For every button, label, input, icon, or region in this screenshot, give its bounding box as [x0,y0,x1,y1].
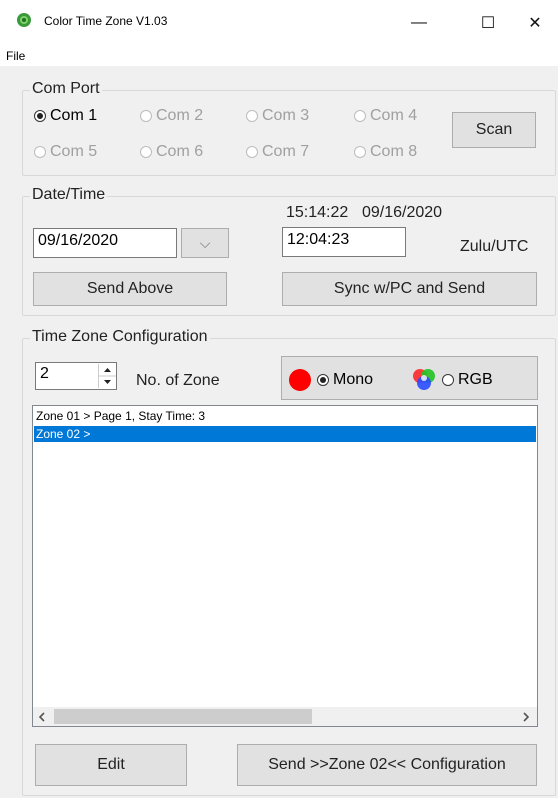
minimize-button[interactable]: — [396,8,442,38]
spinner-arrows[interactable] [98,364,116,388]
date-dropdown-button[interactable]: ⌵ [181,228,229,258]
current-date: 09/16/2020 [362,204,443,221]
mono-red-dot-icon [289,369,311,391]
scroll-right-icon[interactable] [520,711,532,723]
com2-label: Com 2 [156,107,204,124]
mono-radio[interactable]: Mono [317,371,373,389]
com3-radio[interactable]: Com 3 [246,107,309,125]
radio-dot [140,110,152,122]
radio-dot [34,146,46,158]
com4-radio[interactable]: Com 4 [354,107,417,125]
zone-count-value: 2 [40,365,49,382]
app-icon [17,13,31,27]
com1-label: Com 1 [50,107,98,124]
zone-count-label: No. of Zone [136,372,220,389]
list-item-selected[interactable]: Zone 02 > [34,426,536,442]
close-button[interactable]: ✕ [512,8,558,38]
com8-radio[interactable]: Com 8 [354,143,417,161]
com2-radio[interactable]: Com 2 [140,107,203,125]
radio-dot [34,110,46,122]
current-time: 15:14:22 [286,204,349,221]
com1-radio[interactable]: Com 1 [34,107,97,125]
com6-radio[interactable]: Com 6 [140,143,203,161]
spinner-up-down-icon[interactable] [99,364,116,388]
time-field[interactable]: 12:04:23 [282,227,406,257]
radio-dot [140,146,152,158]
com3-label: Com 3 [262,107,310,124]
scrollbar-thumb[interactable] [54,709,312,724]
radio-dot [317,374,329,386]
com7-label: Com 7 [262,143,310,160]
menu-bar [0,44,558,66]
com4-label: Com 4 [370,107,418,124]
send-above-button[interactable]: Send Above [33,272,227,306]
com8-label: Com 8 [370,143,418,160]
rgb-label: RGB [458,371,493,388]
rgb-radio[interactable]: RGB [442,371,493,389]
com5-label: Com 5 [50,143,98,160]
rgb-color-wheel-icon [413,369,435,390]
edit-button[interactable]: Edit [35,744,187,786]
date-field[interactable]: 09/16/2020 [33,228,177,258]
mono-label: Mono [333,371,374,388]
sync-pc-send-button[interactable]: Sync w/PC and Send [282,272,537,306]
radio-dot [246,146,258,158]
scan-button[interactable]: Scan [452,112,536,148]
scroll-left-icon[interactable] [36,711,48,723]
send-zone-config-button[interactable]: Send >>Zone 02<< Configuration [237,744,537,786]
com-port-legend: Com Port [30,80,102,98]
com7-radio[interactable]: Com 7 [246,143,309,161]
radio-dot [442,374,454,386]
list-item[interactable]: Zone 01 > Page 1, Stay Time: 3 [34,408,536,424]
window-title: Color Time Zone V1.03 [44,14,168,28]
com5-radio[interactable]: Com 5 [34,143,97,161]
date-time-legend: Date/Time [30,186,108,204]
menu-file[interactable]: File [6,49,25,63]
radio-dot [354,110,366,122]
radio-dot [354,146,366,158]
radio-dot [246,110,258,122]
com6-label: Com 6 [156,143,204,160]
zone-label: Zulu/UTC [460,238,529,255]
maximize-button[interactable]: ☐ [465,8,511,38]
zone-list[interactable]: Zone 01 > Page 1, Stay Time: 3 Zone 02 > [32,405,538,727]
tz-config-legend: Time Zone Configuration [30,328,210,346]
